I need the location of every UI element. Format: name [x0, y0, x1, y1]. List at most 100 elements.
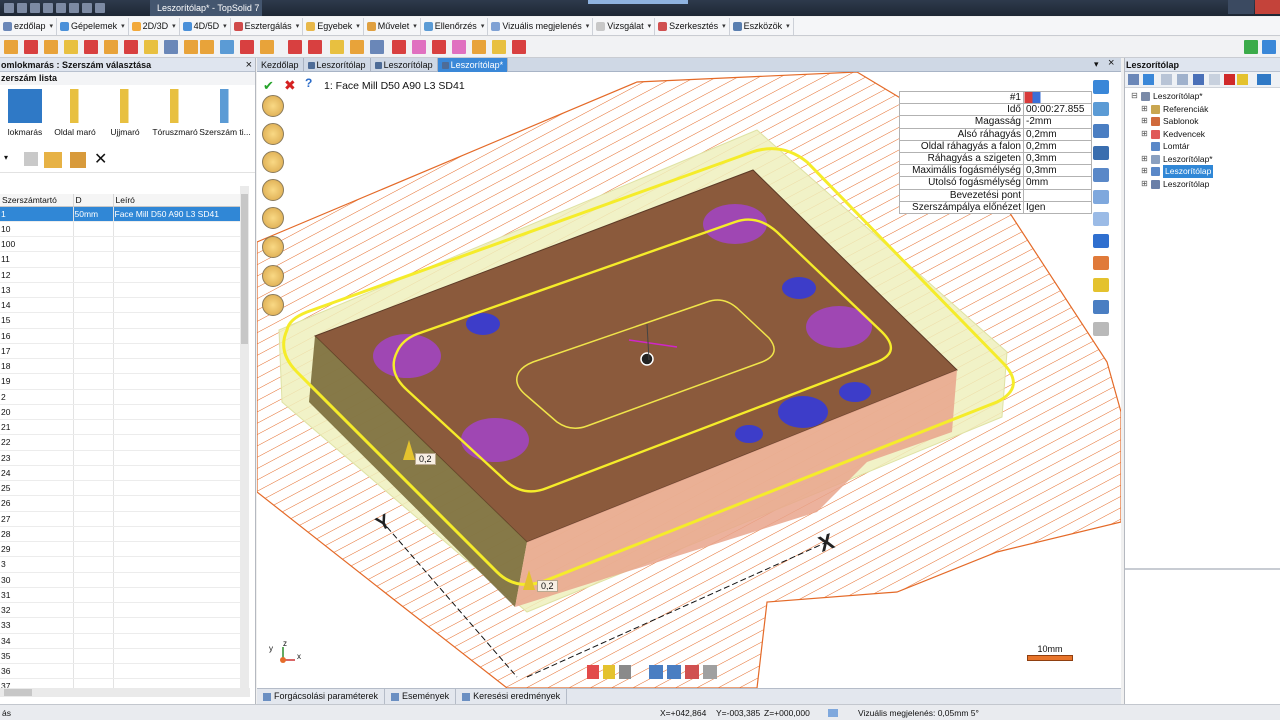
table-row[interactable]: 20 — [0, 404, 241, 421]
tree-expander-icon[interactable]: ⊞ — [1141, 103, 1148, 116]
table-row[interactable]: 34 — [0, 633, 241, 649]
table-row[interactable]: 14 — [0, 297, 241, 314]
ribbon-tool-icon[interactable] — [184, 40, 198, 54]
property-row[interactable]: Szerszámpálya előnézet Igen — [899, 200, 1092, 214]
menu-item-7[interactable]: Ellenőrzés ▾ — [421, 17, 489, 35]
table-row[interactable]: 24 — [0, 465, 241, 482]
tool-type-1[interactable]: Oldal maró — [50, 89, 100, 147]
table-row[interactable]: 16 — [0, 328, 241, 344]
menu-item-2[interactable]: 2D/3D ▾ — [129, 17, 180, 35]
display-mode-icon[interactable] — [649, 665, 663, 679]
tree-expander-icon[interactable]: ⊞ — [1141, 178, 1148, 191]
table-row[interactable]: 1 50mm Face Mill D50 A90 L3 SD41 — [0, 206, 241, 222]
tree-item[interactable]: Lomtár — [1125, 140, 1280, 153]
tool-type-0[interactable]: lokmarás — [0, 89, 50, 147]
3d-viewport[interactable]: ✔ ✖ ? 1: Face Mill D50 A90 L3 SD41 #1 Idő… — [257, 72, 1121, 688]
chevron-down-icon[interactable]: ▾ — [648, 22, 652, 30]
table-row[interactable]: 33 — [0, 617, 241, 634]
simulation-step-button[interactable] — [262, 294, 284, 316]
property-row[interactable]: Bevezetési pont — [899, 188, 1092, 202]
chevron-down-icon[interactable]: ▾ — [481, 22, 485, 30]
document-tab-1[interactable]: Leszorítólap — [304, 58, 371, 72]
sort-icon[interactable] — [1193, 74, 1204, 85]
table-row[interactable]: 23 — [0, 450, 241, 466]
bookmark-icon[interactable] — [1224, 74, 1235, 85]
axis-toggle-icon[interactable] — [619, 665, 631, 679]
tree-expander-icon[interactable]: ⊞ — [1141, 153, 1148, 166]
table-row[interactable]: 2 — [0, 389, 241, 405]
property-value[interactable]: 0mm — [1023, 176, 1092, 190]
ribbon-tool-icon[interactable] — [84, 40, 98, 54]
ribbon-tool-icon[interactable] — [4, 40, 18, 54]
tree-item[interactable]: ⊞ Kedvencek — [1125, 128, 1280, 141]
visual-accuracy[interactable]: Vizuális megjelenés: 0,05mm 5° — [858, 708, 979, 718]
table-row[interactable]: 28 — [0, 526, 241, 543]
ribbon-tool-icon[interactable] — [1262, 40, 1276, 54]
tree-item[interactable]: ⊞ Referenciák — [1125, 103, 1280, 116]
tool-type-4[interactable]: Szerszám ti... — [199, 89, 251, 147]
tree-item[interactable]: ⊟ Leszorítólap* — [1125, 90, 1280, 103]
zoom-fit-icon[interactable] — [1093, 190, 1109, 204]
lighting-icon[interactable] — [1093, 278, 1109, 292]
close-panel-icon[interactable]: × — [246, 58, 252, 72]
property-value[interactable]: -2mm — [1023, 115, 1092, 129]
bottom-tab-2[interactable]: Keresési eredmények — [456, 689, 568, 704]
table-row[interactable]: 32 — [0, 602, 241, 619]
cancel-icon[interactable]: ✖ — [284, 77, 296, 94]
tree-expander-icon[interactable]: ⊞ — [1141, 115, 1148, 128]
menu-item-4[interactable]: Esztergálás ▾ — [231, 17, 304, 35]
chevron-down-icon[interactable]: ▾ — [722, 22, 726, 30]
property-value[interactable]: 0,2mm — [1023, 127, 1092, 141]
document-tab-2[interactable]: Leszorítólap — [371, 58, 438, 72]
pan-view-icon[interactable] — [1093, 80, 1109, 94]
property-value[interactable] — [1023, 188, 1092, 202]
chevron-down-icon[interactable]: ▾ — [786, 22, 790, 30]
chevron-down-icon[interactable]: ▾ — [586, 22, 590, 30]
list-view-icon[interactable] — [1143, 74, 1154, 85]
tree-item[interactable]: ⊞ Sablonok — [1125, 115, 1280, 128]
display-mode-icon[interactable] — [685, 665, 699, 679]
table-row[interactable]: 27 — [0, 511, 241, 527]
property-value[interactable]: 0,3mm — [1023, 164, 1092, 178]
property-row[interactable]: Oldal ráhagyás a falon 0,2mm — [899, 139, 1092, 153]
dimension-label[interactable]: 0,2 — [537, 580, 558, 592]
tool-type-2[interactable]: Ujjmaró — [100, 89, 150, 147]
save-icon[interactable] — [4, 3, 14, 13]
redo-icon[interactable] — [56, 3, 66, 13]
menu-item-3[interactable]: 4D/5D ▾ — [180, 17, 231, 35]
horizontal-scrollbar[interactable] — [0, 688, 250, 697]
ribbon-tool-icon[interactable] — [64, 40, 78, 54]
ribbon-tool-icon[interactable] — [392, 40, 406, 54]
open-icon[interactable] — [17, 3, 27, 13]
tree-view-icon[interactable] — [1128, 74, 1139, 85]
axis-toggle-icon[interactable] — [587, 665, 599, 679]
delete-tool-icon[interactable]: ✕ — [94, 149, 107, 169]
display-filter-icon[interactable] — [1093, 322, 1109, 336]
ribbon-tool-icon[interactable] — [512, 40, 526, 54]
quick-access-toolbar[interactable] — [4, 3, 105, 13]
table-row[interactable]: 26 — [0, 495, 241, 512]
ribbon-tool-icon[interactable] — [432, 40, 446, 54]
property-row[interactable]: Utolsó fogásmélység 0mm — [899, 176, 1092, 190]
print-icon[interactable] — [30, 3, 40, 13]
undo-icon[interactable] — [43, 3, 53, 13]
ribbon-tool-icon[interactable] — [104, 40, 118, 54]
ribbon-tool-icon[interactable] — [492, 40, 506, 54]
display-mode-icon[interactable] — [703, 665, 717, 679]
tool-step-button[interactable] — [262, 123, 284, 145]
pin-icon[interactable] — [1257, 74, 1271, 85]
filter-icon[interactable] — [1161, 74, 1172, 85]
table-row[interactable]: 17 — [0, 343, 241, 360]
menu-item-5[interactable]: Egyebek ▾ — [303, 17, 364, 35]
document-tab-0[interactable]: Kezdőlap — [257, 58, 304, 72]
bottom-tab-0[interactable]: Forgácsolási paraméterek — [257, 689, 386, 704]
table-row[interactable]: 19 — [0, 373, 241, 390]
property-row[interactable]: Magasság -2mm — [899, 115, 1092, 129]
zoom-icon[interactable] — [1093, 212, 1109, 226]
ribbon-tool-icon[interactable] — [260, 40, 274, 54]
minimize-button[interactable] — [1228, 0, 1254, 14]
chevron-down-icon[interactable]: ▾ — [172, 22, 176, 30]
close-document-icon[interactable]: × — [1108, 57, 1114, 69]
ribbon-tool-icon[interactable] — [144, 40, 158, 54]
table-row[interactable]: 3 — [0, 556, 241, 573]
